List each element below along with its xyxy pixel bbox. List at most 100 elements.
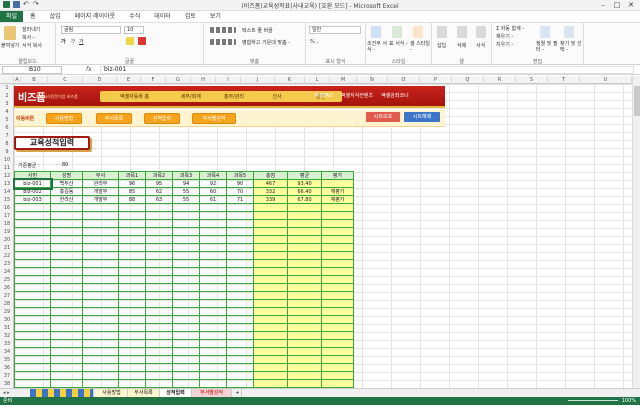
row-header[interactable]: 13 <box>0 180 14 188</box>
table-cell[interactable] <box>145 355 173 364</box>
table-cell[interactable] <box>145 339 173 348</box>
table-cell[interactable]: 63 <box>145 195 173 204</box>
underline-icon[interactable]: 가 <box>79 38 84 45</box>
column-header[interactable]: H <box>191 76 216 84</box>
table-cell[interactable] <box>226 203 254 212</box>
close-icon[interactable]: ✕ <box>624 0 638 10</box>
table-cell[interactable] <box>118 355 146 364</box>
table-cell[interactable] <box>118 331 146 340</box>
table-cell[interactable] <box>253 323 288 332</box>
table-cell[interactable] <box>50 331 83 340</box>
table-cell[interactable] <box>82 347 119 356</box>
nav-excel-home[interactable]: 액셀자동화 홈 <box>100 93 169 100</box>
column-header[interactable]: Q <box>452 76 484 84</box>
cell-styles-icon[interactable] <box>413 26 423 38</box>
table-cell[interactable] <box>82 307 119 316</box>
table-cell[interactable] <box>145 219 173 228</box>
font-name-select[interactable]: 굴림 <box>61 26 121 34</box>
nav-hr[interactable]: 인사 <box>256 93 299 100</box>
row-header[interactable]: 35 <box>0 356 14 364</box>
table-cell[interactable]: 90 <box>226 179 254 188</box>
table-cell[interactable] <box>172 243 200 252</box>
table-cell[interactable] <box>50 315 83 324</box>
table-cell[interactable] <box>321 251 354 260</box>
column-header[interactable]: G <box>166 76 191 84</box>
italic-icon[interactable]: 가 <box>70 38 75 45</box>
table-cell[interactable] <box>118 379 146 388</box>
paste-icon[interactable] <box>4 26 16 40</box>
table-cell[interactable] <box>14 347 51 356</box>
table-cell[interactable] <box>226 227 254 236</box>
table-cell[interactable]: 백두산 <box>50 179 83 188</box>
table-cell[interactable] <box>253 347 288 356</box>
table-cell[interactable] <box>172 315 200 324</box>
table-cell[interactable] <box>226 211 254 220</box>
table-cell[interactable] <box>253 211 288 220</box>
row-header[interactable]: 31 <box>0 324 14 332</box>
table-cell[interactable] <box>226 267 254 276</box>
column-header[interactable]: B <box>21 76 48 84</box>
table-cell[interactable] <box>172 379 200 388</box>
table-cell[interactable]: 96 <box>118 179 146 188</box>
table-cell[interactable]: 339 <box>253 195 288 204</box>
table-cell[interactable] <box>82 379 119 388</box>
table-cell[interactable] <box>50 283 83 292</box>
table-cell[interactable] <box>172 299 200 308</box>
find-icon[interactable] <box>564 26 574 38</box>
table-cell[interactable] <box>118 211 146 220</box>
table-cell[interactable] <box>199 323 227 332</box>
table-cell[interactable] <box>199 331 227 340</box>
table-cell[interactable] <box>226 355 254 364</box>
table-cell[interactable]: biz-001 <box>12 177 53 190</box>
table-cell[interactable] <box>50 379 83 388</box>
table-cell[interactable] <box>82 211 119 220</box>
table-cell[interactable] <box>253 283 288 292</box>
copy-button[interactable]: 복사 - <box>22 34 35 41</box>
table-cell[interactable] <box>253 307 288 316</box>
table-cell[interactable] <box>14 331 51 340</box>
row-header[interactable]: 20 <box>0 236 14 244</box>
conditional-format-button[interactable]: 조건부 서식 - <box>367 41 387 53</box>
column-header[interactable]: A <box>14 76 21 84</box>
table-cell[interactable] <box>82 251 119 260</box>
table-cell[interactable]: 55 <box>172 195 200 204</box>
table-cell[interactable] <box>145 307 173 316</box>
table-cell[interactable] <box>50 339 83 348</box>
table-cell[interactable] <box>82 315 119 324</box>
row-header[interactable]: 24 <box>0 268 14 276</box>
table-cell[interactable] <box>82 291 119 300</box>
tab-review[interactable]: 검토 <box>178 11 203 22</box>
table-cell[interactable]: 한라산 <box>50 195 83 204</box>
row-header[interactable]: 38 <box>0 380 14 388</box>
table-cell[interactable]: 332 <box>253 187 288 196</box>
table-cell[interactable] <box>226 219 254 228</box>
table-cell[interactable] <box>287 355 322 364</box>
table-cell[interactable] <box>321 347 354 356</box>
row-header[interactable]: 23 <box>0 260 14 268</box>
table-cell[interactable] <box>199 355 227 364</box>
bold-icon[interactable]: 가 <box>61 38 66 45</box>
delete-cells-icon[interactable] <box>457 26 467 38</box>
table-cell[interactable] <box>82 275 119 284</box>
table-cell[interactable] <box>145 315 173 324</box>
table-cell[interactable] <box>226 363 254 372</box>
usage-button[interactable]: 사용방법 <box>46 113 82 124</box>
column-header[interactable]: M <box>330 76 357 84</box>
table-cell[interactable] <box>14 235 51 244</box>
table-cell[interactable] <box>50 267 83 276</box>
row-header[interactable]: 28 <box>0 300 14 308</box>
table-cell[interactable] <box>199 379 227 388</box>
table-cell[interactable] <box>50 291 83 300</box>
table-cell[interactable] <box>253 379 288 388</box>
zoom-slider[interactable] <box>568 400 618 401</box>
table-cell[interactable] <box>199 291 227 300</box>
maximize-icon[interactable]: □ <box>610 0 624 10</box>
sheet-unprotect-button[interactable]: 시트해제 <box>404 112 440 122</box>
table-cell[interactable] <box>82 243 119 252</box>
table-cell[interactable] <box>82 259 119 268</box>
table-cell[interactable]: 70 <box>226 187 254 196</box>
table-cell[interactable] <box>253 315 288 324</box>
table-cell[interactable] <box>287 339 322 348</box>
row-header[interactable]: 8 <box>0 140 14 148</box>
table-cell[interactable] <box>14 339 51 348</box>
